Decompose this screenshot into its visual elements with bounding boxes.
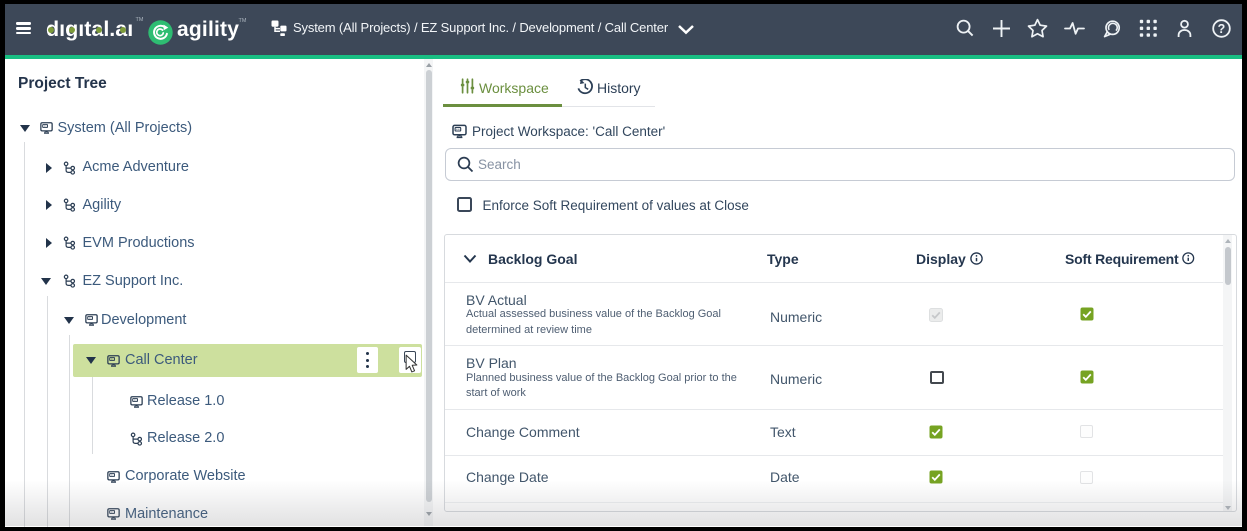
svg-text:?: ?: [1218, 22, 1226, 36]
